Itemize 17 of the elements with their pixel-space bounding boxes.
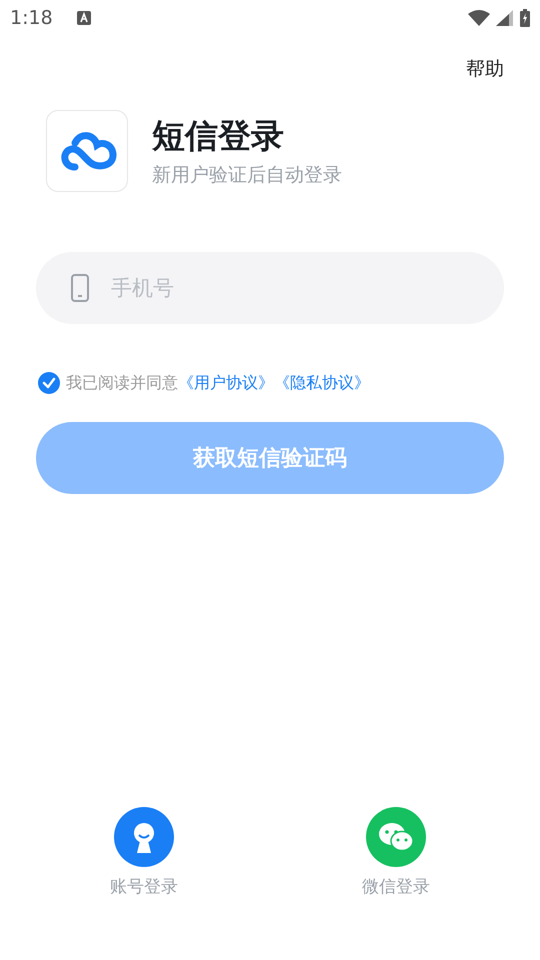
login-option-label: 微信登录: [362, 876, 430, 898]
login-option-label: 账号登录: [110, 876, 178, 898]
help-link[interactable]: 帮助: [466, 56, 504, 82]
status-time: 1:18: [10, 7, 53, 29]
page-subtitle: 新用户验证后自动登录: [152, 163, 342, 188]
agreement-text: 我已阅读并同意《用户协议》《隐私协议》: [66, 372, 370, 394]
agreement-link[interactable]: 《隐私协议》: [274, 372, 370, 392]
agreement-link[interactable]: 《用户协议》: [178, 372, 274, 392]
keyboard-icon: [76, 11, 91, 25]
phone-field[interactable]: 手机号: [36, 252, 504, 324]
signal-icon: [496, 10, 514, 26]
wifi-icon: [468, 10, 490, 26]
page-title: 短信登录: [152, 115, 285, 157]
battery-icon: [520, 9, 530, 27]
chat-bubbles-icon: [378, 822, 414, 852]
phone-icon: [71, 274, 89, 302]
checkbox[interactable]: [38, 372, 60, 394]
